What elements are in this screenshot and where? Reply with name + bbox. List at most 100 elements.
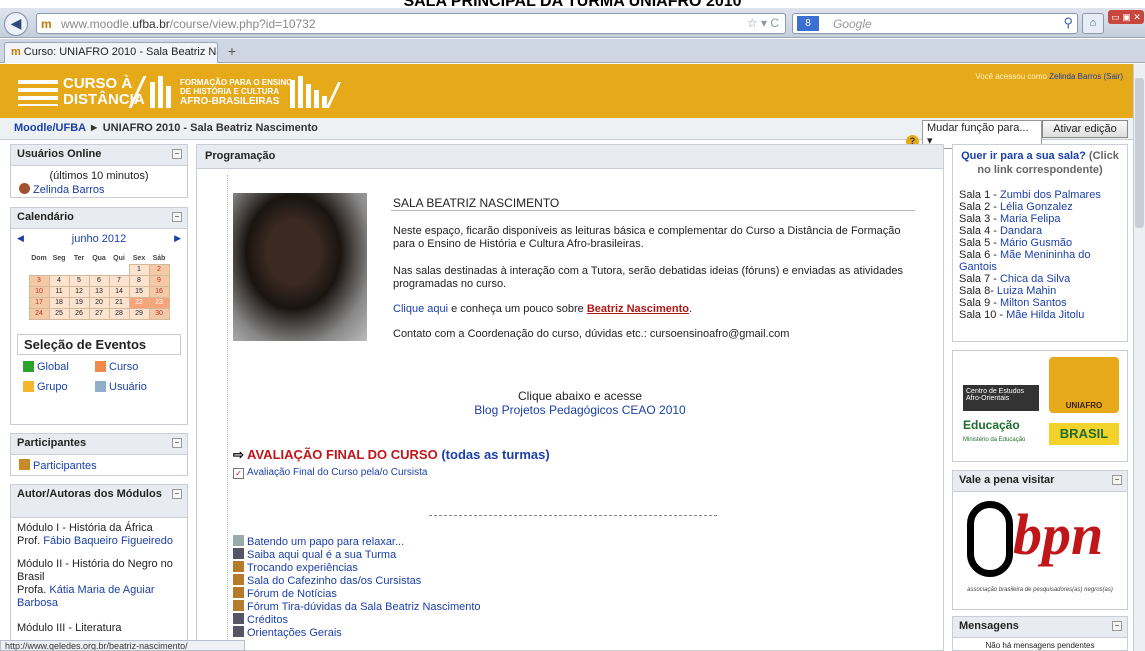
tab-course[interactable]: mCurso: UNIAFRO 2010 - Sala Beatriz Nasc… bbox=[4, 42, 218, 63]
author-link[interactable]: Fábio Baqueiro Figueiredo bbox=[43, 535, 173, 547]
scrollbar-thumb[interactable] bbox=[1135, 78, 1144, 228]
calendar-day[interactable]: 21 bbox=[108, 296, 130, 309]
click-here-link[interactable]: Clique aqui bbox=[393, 303, 448, 315]
calendar-day[interactable]: 22 bbox=[128, 296, 150, 309]
participants-link[interactable]: Participantes bbox=[33, 460, 97, 472]
blog-link[interactable]: Blog Projetos Pedagógicos CEAO 2010 bbox=[474, 403, 685, 417]
logout-link[interactable]: (Sair) bbox=[1103, 72, 1123, 81]
educacao-logo[interactable]: Educação Ministério da Educação bbox=[963, 419, 1043, 449]
calendar-day[interactable]: 8 bbox=[128, 274, 150, 287]
calendar-day[interactable]: 29 bbox=[128, 307, 150, 320]
reload-icon[interactable]: ☆ ▾ C bbox=[747, 16, 779, 30]
calendar-day[interactable]: 26 bbox=[68, 307, 90, 320]
calendar-day[interactable]: 18 bbox=[48, 296, 70, 309]
calendar-day[interactable]: 28 bbox=[108, 307, 130, 320]
calendar-day[interactable]: 2 bbox=[148, 263, 170, 276]
evaluation-item[interactable]: ✓ Avaliação Final do Curso pela/o Cursist… bbox=[233, 467, 427, 479]
calendar-day[interactable]: 25 bbox=[48, 307, 70, 320]
event-course[interactable]: Curso bbox=[95, 361, 138, 373]
room-link[interactable]: Mãe Hilda Jitolu bbox=[1006, 309, 1084, 321]
room-link[interactable]: Dandara bbox=[1000, 225, 1042, 237]
logo-curso-distancia[interactable]: CURSO À DISTÂNCIA bbox=[18, 74, 164, 110]
calendar-block: Calendário – ◀ junho 2012 ▶ Dom Seg Ter Qua Q… bbox=[10, 207, 188, 425]
back-button[interactable]: ◀ bbox=[4, 12, 28, 36]
calendar-day[interactable]: 24 bbox=[28, 307, 50, 320]
calendar-day[interactable]: 15 bbox=[128, 285, 150, 298]
uniafro-logo[interactable]: UNIAFRO bbox=[1049, 357, 1119, 413]
calendar-day[interactable]: 10 bbox=[28, 285, 50, 298]
collapse-icon[interactable]: – bbox=[172, 212, 182, 222]
calendar-day[interactable]: 27 bbox=[88, 307, 110, 320]
event-global[interactable]: Global bbox=[23, 361, 69, 373]
calendar-day[interactable]: 4 bbox=[48, 274, 70, 287]
resource-item[interactable]: Fórum Tira-dúvidas da Sala Beatriz Nasci… bbox=[233, 600, 481, 613]
calendar-day[interactable]: 23 bbox=[148, 296, 170, 309]
breadcrumb-arrow-icon: ► bbox=[88, 122, 100, 134]
ceao-logo[interactable]: Centro de Estudos Afro-Orientais bbox=[963, 385, 1039, 411]
tab-bar: mCurso: UNIAFRO 2010 - Sala Beatriz Nasc… bbox=[0, 39, 1145, 63]
calendar-day[interactable]: 9 bbox=[148, 274, 170, 287]
search-icon[interactable]: ⚲ bbox=[1063, 15, 1073, 31]
final-evaluation-heading: ⇨ AVALIAÇÃO FINAL DO CURSO (todas as tur… bbox=[233, 447, 550, 462]
block-title: Autor/Autoras dos Módulos – bbox=[11, 485, 187, 518]
calendar-day[interactable]: 5 bbox=[68, 274, 90, 287]
address-bar[interactable]: m www.moodle.ufba.br/course/view.php?id=… bbox=[36, 13, 786, 34]
calendar-day[interactable]: 6 bbox=[88, 274, 110, 287]
window-controls[interactable]: ▭ ▣ ✕ bbox=[1108, 10, 1144, 24]
room-link[interactable]: Mário Gusmão bbox=[1000, 237, 1072, 249]
resource-item[interactable]: Trocando experiências bbox=[233, 561, 481, 574]
calendar-day[interactable]: 3 bbox=[28, 274, 50, 287]
calendar-day[interactable]: 17 bbox=[28, 296, 50, 309]
room-link[interactable]: Chica da Silva bbox=[1000, 273, 1070, 285]
resource-item[interactable]: Batendo um papo para relaxar... bbox=[233, 535, 481, 548]
collapse-icon[interactable]: – bbox=[1112, 475, 1122, 485]
collapse-icon[interactable]: – bbox=[172, 438, 182, 448]
beatriz-link[interactable]: Beatriz Nascimento bbox=[587, 303, 689, 315]
online-user-link[interactable]: Zelinda Barros bbox=[33, 184, 105, 196]
brasil-logo[interactable]: BRASIL bbox=[1049, 423, 1119, 445]
bpn-logo[interactable]: bpn associação brasileira de pesquisador… bbox=[953, 495, 1127, 609]
next-month-icon[interactable]: ▶ bbox=[174, 233, 181, 244]
block-title: Vale a pena visitar – bbox=[953, 471, 1127, 492]
room-link[interactable]: Lélia Gonzalez bbox=[1000, 201, 1073, 213]
calendar-day[interactable]: 19 bbox=[68, 296, 90, 309]
calendar-day[interactable]: 7 bbox=[108, 274, 130, 287]
event-group[interactable]: Grupo bbox=[23, 381, 68, 393]
calendar-empty bbox=[69, 264, 89, 275]
edit-mode-button[interactable]: Ativar edição bbox=[1042, 120, 1128, 138]
resource-item[interactable]: Saiba aqui qual é a sua Turma bbox=[233, 548, 481, 561]
calendar-day[interactable]: 11 bbox=[48, 285, 70, 298]
collapse-icon[interactable]: – bbox=[1112, 621, 1122, 631]
vertical-scrollbar[interactable] bbox=[1133, 64, 1145, 651]
calendar-day[interactable]: 30 bbox=[148, 307, 170, 320]
resource-item[interactable]: Sala do Cafezinho das/os Cursistas bbox=[233, 574, 481, 587]
search-box[interactable]: 8 Google ⚲ bbox=[792, 13, 1078, 34]
contact-text: Contato com a Coordenação do curso, dúvi… bbox=[393, 328, 790, 340]
room-link[interactable]: Zumbi dos Palmares bbox=[1000, 189, 1101, 201]
room-link[interactable]: Milton Santos bbox=[1000, 297, 1067, 309]
breadcrumb-home[interactable]: Moodle/UFBA bbox=[14, 122, 86, 134]
room-link[interactable]: Luiza Mahin bbox=[997, 285, 1056, 297]
user-link[interactable]: Zelinda Barros bbox=[1049, 72, 1101, 81]
calendar-day[interactable]: 1 bbox=[128, 263, 150, 276]
calendar-day[interactable]: 14 bbox=[108, 285, 130, 298]
resource-item[interactable]: Créditos bbox=[233, 613, 481, 626]
new-tab-button[interactable]: + bbox=[222, 43, 242, 62]
calendar-day[interactable]: 16 bbox=[148, 285, 170, 298]
home-button[interactable]: ⌂ bbox=[1082, 13, 1104, 34]
document-icon bbox=[233, 548, 244, 559]
collapse-icon[interactable]: – bbox=[172, 489, 182, 499]
rooms-title[interactable]: Quer ir para a sua sala? bbox=[961, 150, 1086, 162]
room-link[interactable]: Maria Felipa bbox=[1000, 213, 1061, 225]
resource-item[interactable]: Orientações Gerais bbox=[233, 626, 481, 639]
events-title: Seleção de Eventos bbox=[17, 333, 181, 355]
collapse-icon[interactable]: – bbox=[172, 149, 182, 159]
calendar-day[interactable]: 20 bbox=[88, 296, 110, 309]
event-user[interactable]: Usuário bbox=[95, 381, 147, 393]
tab-title: Curso: UNIAFRO 2010 - Sala Beatriz Nasc.… bbox=[23, 46, 217, 58]
calendar-day[interactable]: 12 bbox=[68, 285, 90, 298]
calendar-day[interactable]: 13 bbox=[88, 285, 110, 298]
calendar-month[interactable]: junho 2012 bbox=[11, 233, 187, 245]
resource-item[interactable]: Fórum de Notícias bbox=[233, 587, 481, 600]
interaction-paragraph: Nas salas destinadas à interação com a T… bbox=[393, 265, 903, 290]
